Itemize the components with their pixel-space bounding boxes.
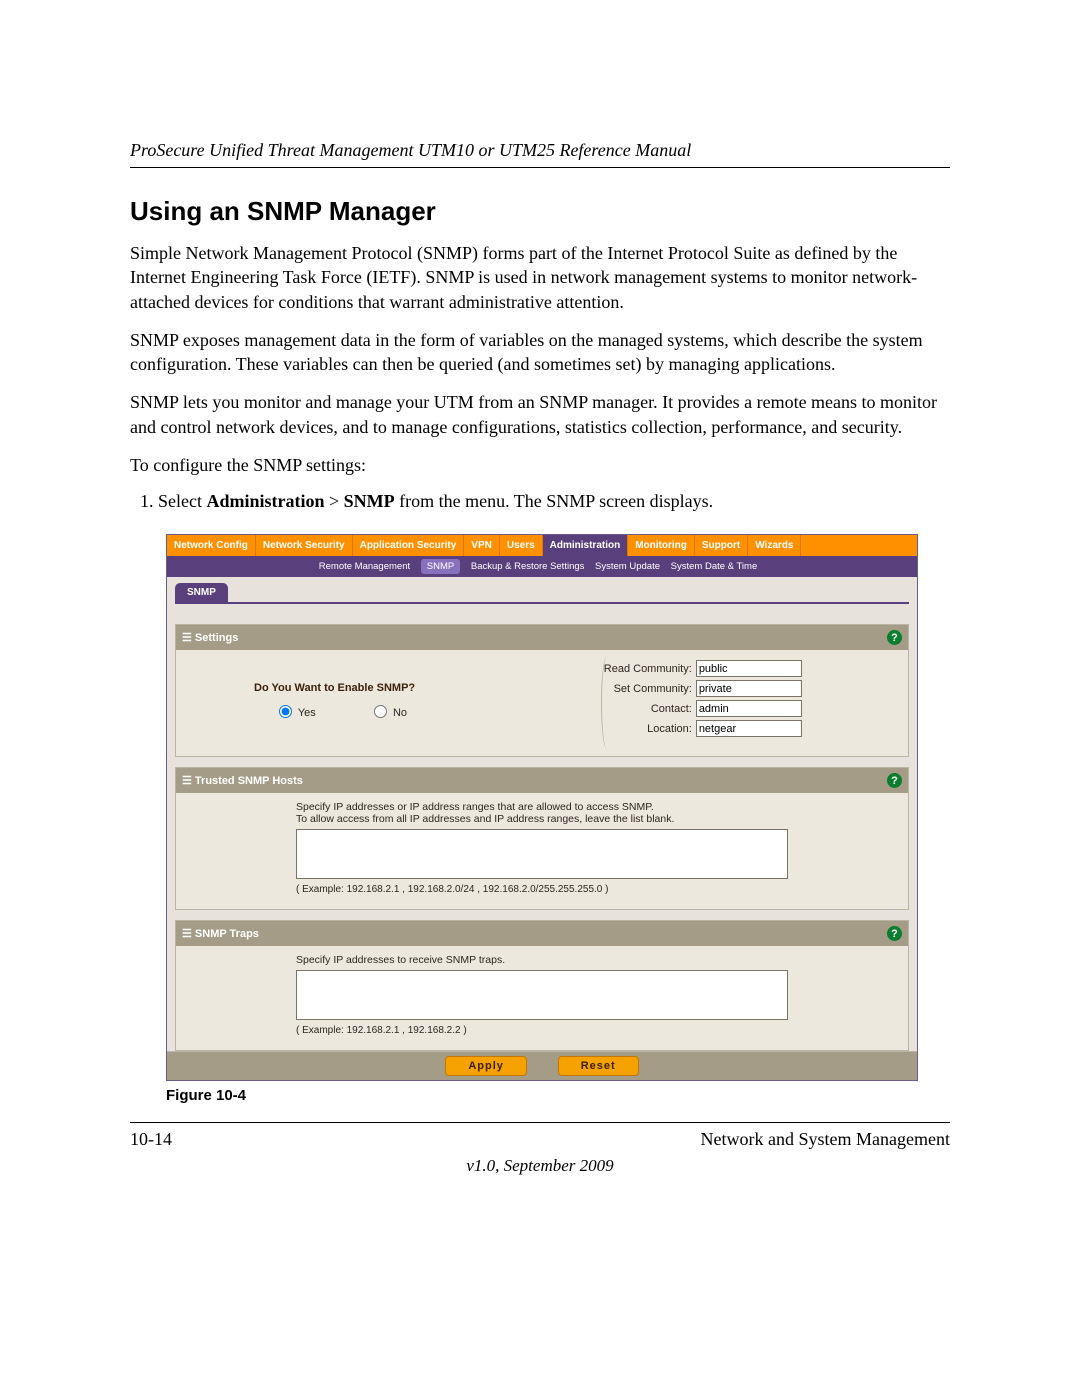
trusted-panel-head: ☰ Trusted SNMP Hosts ? (176, 768, 908, 793)
settings-title: ☰ Settings (182, 631, 238, 644)
contact-label: Contact: (577, 703, 696, 715)
trusted-line2: To allow access from all IP addresses an… (296, 813, 788, 825)
figure-caption: Figure 10-4 (166, 1087, 950, 1104)
step-1-gt: > (325, 491, 344, 511)
section-title: Using an SNMP Manager (130, 196, 950, 227)
step-1-admin: Administration (206, 491, 324, 511)
traps-panel: ☰ SNMP Traps ? Specify IP addresses to r… (175, 920, 909, 1051)
set-community-label: Set Community: (577, 683, 696, 695)
trusted-hosts-panel: ☰ Trusted SNMP Hosts ? Specify IP addres… (175, 767, 909, 910)
paragraph-2: SNMP exposes management data in the form… (130, 328, 950, 377)
radio-no[interactable] (374, 705, 387, 718)
help-icon[interactable]: ? (887, 773, 902, 788)
traps-line1: Specify IP addresses to receive SNMP tra… (296, 954, 788, 966)
contact-input[interactable] (696, 700, 802, 717)
radio-no-label[interactable]: No (369, 707, 407, 719)
footer-rule (130, 1122, 950, 1123)
nav-wizards[interactable]: Wizards (748, 535, 801, 556)
subnav-backup[interactable]: Backup & Restore Settings (471, 561, 585, 572)
nav-users[interactable]: Users (500, 535, 543, 556)
settings-divider (601, 656, 616, 750)
nav-network-config[interactable]: Network Config (167, 535, 256, 556)
location-label: Location: (577, 723, 696, 735)
trusted-title: ☰ Trusted SNMP Hosts (182, 774, 303, 787)
footer-chapter: Network and System Management (701, 1129, 950, 1150)
step-1-snmp: SNMP (344, 491, 395, 511)
help-icon[interactable]: ? (887, 630, 902, 645)
paragraph-4: To configure the SNMP settings: (130, 453, 950, 477)
step-1-prefix: Select (158, 491, 206, 511)
step-1: Select Administration > SNMP from the me… (158, 491, 950, 512)
nav-support[interactable]: Support (695, 535, 748, 556)
read-community-input[interactable] (696, 660, 802, 677)
subnav-remote[interactable]: Remote Management (319, 561, 410, 572)
main-nav: Network Config Network Security Applicat… (167, 535, 917, 556)
paragraph-3: SNMP lets you monitor and manage your UT… (130, 390, 950, 439)
trusted-line1: Specify IP addresses or IP address range… (296, 801, 788, 813)
help-icon[interactable]: ? (887, 926, 902, 941)
traps-panel-head: ☰ SNMP Traps ? (176, 921, 908, 946)
location-input[interactable] (696, 720, 802, 737)
trusted-example: ( Example: 192.168.2.1 , 192.168.2.0/24 … (296, 884, 788, 895)
traps-example: ( Example: 192.168.2.1 , 192.168.2.2 ) (296, 1025, 788, 1036)
tab-underline (175, 602, 909, 604)
nav-monitoring[interactable]: Monitoring (628, 535, 695, 556)
footer-page-number: 10-14 (130, 1129, 172, 1150)
snmp-screenshot: Network Config Network Security Applicat… (166, 534, 918, 1081)
settings-panel-head: ☰ Settings ? (176, 625, 908, 650)
tab-snmp[interactable]: SNMP (175, 583, 228, 602)
footer-version: v1.0, September 2009 (130, 1156, 950, 1176)
step-1-suffix: from the menu. The SNMP screen displays. (395, 491, 713, 511)
trusted-hosts-textarea[interactable] (296, 829, 788, 879)
subnav-update[interactable]: System Update (595, 561, 660, 572)
running-header: ProSecure Unified Threat Management UTM1… (130, 140, 950, 161)
paragraph-1: Simple Network Management Protocol (SNMP… (130, 241, 950, 314)
read-community-label: Read Community: (577, 663, 696, 675)
sub-nav: Remote Management SNMP Backup & Restore … (167, 556, 917, 577)
nav-administration[interactable]: Administration (543, 535, 629, 556)
radio-yes-label[interactable]: Yes (274, 707, 316, 719)
reset-button[interactable]: Reset (558, 1056, 639, 1076)
tab-row: SNMP (167, 577, 917, 602)
header-rule (130, 167, 950, 168)
subnav-snmp[interactable]: SNMP (421, 559, 460, 574)
subnav-date[interactable]: System Date & Time (671, 561, 758, 572)
button-row: Apply Reset (167, 1051, 917, 1080)
traps-textarea[interactable] (296, 970, 788, 1020)
apply-button[interactable]: Apply (445, 1056, 527, 1076)
traps-title: ☰ SNMP Traps (182, 927, 259, 940)
radio-yes[interactable] (279, 705, 292, 718)
nav-app-security[interactable]: Application Security (353, 535, 465, 556)
enable-snmp-question: Do You Want to Enable SNMP? (254, 682, 577, 694)
settings-panel: ☰ Settings ? Do You Want to Enable SNMP?… (175, 624, 909, 757)
nav-vpn[interactable]: VPN (464, 535, 500, 556)
set-community-input[interactable] (696, 680, 802, 697)
nav-network-security[interactable]: Network Security (256, 535, 353, 556)
